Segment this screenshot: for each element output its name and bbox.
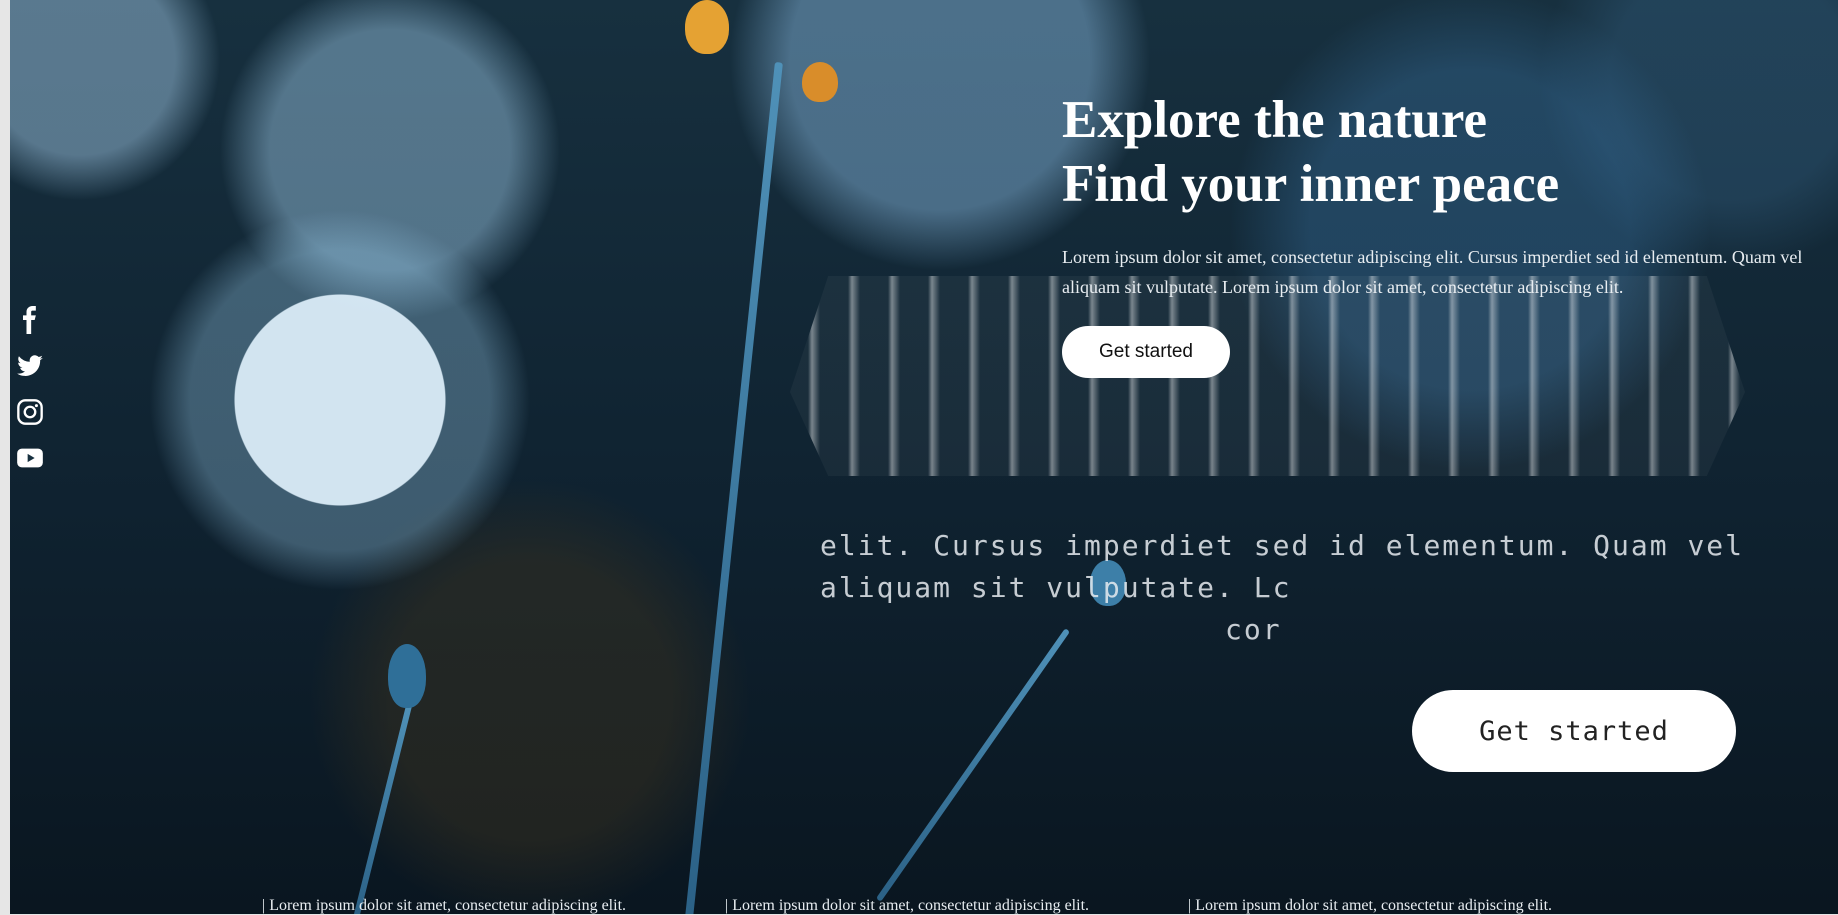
instagram-icon[interactable] bbox=[16, 398, 44, 426]
flower-stem bbox=[875, 628, 1071, 902]
flower-stem bbox=[353, 702, 413, 914]
footer-ticker: | Lorem ipsum dolor sit amet, consectetu… bbox=[262, 897, 1822, 915]
twitter-icon[interactable] bbox=[16, 352, 44, 380]
get-started-button[interactable]: Get started bbox=[1062, 326, 1230, 378]
social-links bbox=[16, 306, 46, 490]
flower-stem bbox=[685, 61, 783, 914]
ticker-item: | Lorem ipsum dolor sit amet, consectetu… bbox=[1188, 897, 1553, 914]
orange-flower-bud bbox=[685, 0, 729, 54]
glitch-light-band bbox=[790, 276, 1745, 476]
youtube-icon[interactable] bbox=[16, 444, 44, 472]
echo-line: aliquam sit vulputate. Lc bbox=[820, 571, 1292, 604]
orange-flower-bud bbox=[802, 62, 838, 102]
headline-line: Explore the nature bbox=[1062, 91, 1487, 149]
echo-text-block: elit. Cursus imperdiet sed id elementum.… bbox=[820, 525, 1745, 651]
ticker-item: | Lorem ipsum dolor sit amet, consectetu… bbox=[725, 897, 1090, 914]
get-started-button-secondary[interactable]: Get started bbox=[1412, 690, 1736, 772]
hero-section bbox=[10, 0, 1838, 914]
echo-line: cor bbox=[1225, 613, 1282, 646]
echo-line: elit. Cursus imperdiet sed id elementum.… bbox=[820, 529, 1745, 562]
blue-flower-bud bbox=[388, 644, 426, 708]
page-title: Explore the nature Find your inner peace bbox=[1062, 88, 1559, 216]
headline-line: Find your inner peace bbox=[1062, 155, 1560, 213]
facebook-icon[interactable] bbox=[16, 306, 44, 334]
ticker-item: | Lorem ipsum dolor sit amet, consectetu… bbox=[262, 897, 627, 914]
lead-paragraph: Lorem ipsum dolor sit amet, consectetur … bbox=[1062, 247, 1803, 297]
